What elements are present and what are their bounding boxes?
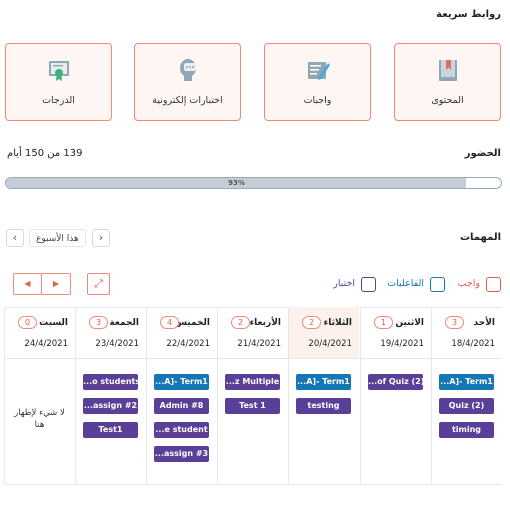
expand-button[interactable]: ⤢ — [87, 273, 110, 295]
today-highlight — [288, 307, 359, 358]
calendar-top-border — [5, 307, 502, 308]
day-column-border — [217, 307, 218, 484]
day-date: 21/4/2021 — [237, 339, 281, 349]
assignment-icon — [307, 62, 330, 80]
legend-quiz-checkbox[interactable] — [361, 277, 376, 292]
calendar-prev-button[interactable]: ◀ — [13, 273, 42, 295]
quick-link-online-exams[interactable]: اختبارات إلكترونية — [134, 43, 241, 121]
legend-homework-label: واجب — [457, 278, 480, 289]
day-date: 20/4/2021 — [308, 339, 352, 349]
week-next-button[interactable]: › — [92, 229, 110, 247]
quick-link-label: المحتوى — [431, 95, 464, 106]
day-column-border — [75, 307, 76, 484]
task-chip[interactable]: ...assign #3 — [154, 446, 209, 462]
day-name: السبت — [39, 318, 68, 328]
calendar-next-button[interactable]: ▶ — [41, 273, 71, 295]
day-column-border — [431, 307, 432, 484]
day-date: 24/4/2021 — [24, 339, 68, 349]
day-date: 18/4/2021 — [451, 339, 495, 349]
attendance-percent: 93% — [228, 179, 245, 187]
quick-link-assignments[interactable]: واجبات — [264, 43, 371, 121]
day-name: الاثنين — [395, 318, 424, 328]
book-icon — [438, 60, 457, 81]
attendance-summary: 139 من 150 أيام — [7, 148, 83, 159]
caret-left-icon: ◀ — [24, 279, 31, 288]
expand-icon: ⤢ — [94, 277, 103, 290]
attendance-progress-bar: 93% — [5, 177, 502, 189]
task-chip[interactable]: Test1 — [83, 422, 138, 438]
day-name: الجمعة — [109, 318, 139, 328]
caret-right-icon: ▶ — [52, 279, 60, 288]
task-chip[interactable]: Test 1 — [225, 398, 280, 414]
task-chip[interactable]: testing — [296, 398, 351, 414]
task-chip[interactable]: ...o students — [83, 374, 138, 390]
task-chip[interactable]: ...assign #2 — [83, 398, 138, 414]
day-column-border — [146, 307, 147, 484]
quick-link-label: اختبارات إلكترونية — [152, 95, 223, 106]
day-column-border — [288, 307, 289, 484]
quick-link-label: الدرجات — [42, 95, 75, 106]
task-chip[interactable]: Admin #8 — [154, 398, 209, 414]
day-date: 23/4/2021 — [95, 339, 139, 349]
calendar-bottom-border — [5, 484, 502, 485]
legend-events-label: الفاعليات — [387, 278, 424, 289]
task-chip[interactable]: ...A]- Term1 — [439, 374, 494, 390]
day-column-border — [360, 307, 361, 484]
day-task-count-badge: 2 — [231, 316, 250, 329]
task-chip[interactable]: Quiz (2) — [439, 398, 494, 414]
day-name: الخميس — [174, 318, 210, 328]
day-name: الأحد — [473, 318, 495, 328]
grades-certificate-icon — [48, 61, 69, 81]
day-task-count-badge: 3 — [445, 316, 464, 329]
day-name: الثلاثاء — [323, 318, 352, 328]
legend-homework-checkbox[interactable] — [486, 277, 501, 292]
calendar-header-divider — [5, 358, 502, 359]
day-name: الأربعاء — [249, 318, 281, 328]
week-label: هذا الأسبوع — [29, 229, 86, 247]
day-date: 22/4/2021 — [166, 339, 210, 349]
day-task-count-badge: 3 — [89, 316, 108, 329]
day-task-count-badge: 4 — [160, 316, 179, 329]
legend-quiz-label: اختبار — [333, 278, 355, 289]
quick-links-title: روابط سريعة — [436, 9, 501, 20]
task-chip[interactable]: ...e student — [154, 422, 209, 438]
online-exam-icon — [179, 59, 196, 81]
day-task-count-badge: 1 — [374, 316, 393, 329]
chevron-left-icon: ‹ — [12, 231, 18, 244]
task-chip[interactable]: ...z Multiple — [225, 374, 280, 390]
task-chip[interactable]: ...of Quiz (2) — [368, 374, 423, 390]
week-prev-button[interactable]: ‹ — [6, 229, 24, 247]
quick-link-content[interactable]: المحتوى — [394, 43, 501, 121]
attendance-title: الحضور — [464, 148, 501, 159]
task-chip[interactable]: timing — [439, 422, 494, 438]
empty-day-message: لا شيء لإظهار هنا — [14, 408, 65, 430]
day-task-count-badge: 0 — [18, 316, 37, 329]
quick-link-grades[interactable]: الدرجات — [5, 43, 112, 121]
tasks-title: المهمات — [460, 232, 501, 243]
day-column-border — [4, 307, 5, 484]
day-task-count-badge: 2 — [302, 316, 321, 329]
day-date: 19/4/2021 — [380, 339, 424, 349]
task-chip[interactable]: ...A]- Term1 — [296, 374, 351, 390]
quick-link-label: واجبات — [303, 95, 332, 106]
legend-events-checkbox[interactable] — [430, 277, 445, 292]
chevron-right-icon: › — [98, 231, 104, 244]
task-chip[interactable]: ...A]- Term1 — [154, 374, 209, 390]
